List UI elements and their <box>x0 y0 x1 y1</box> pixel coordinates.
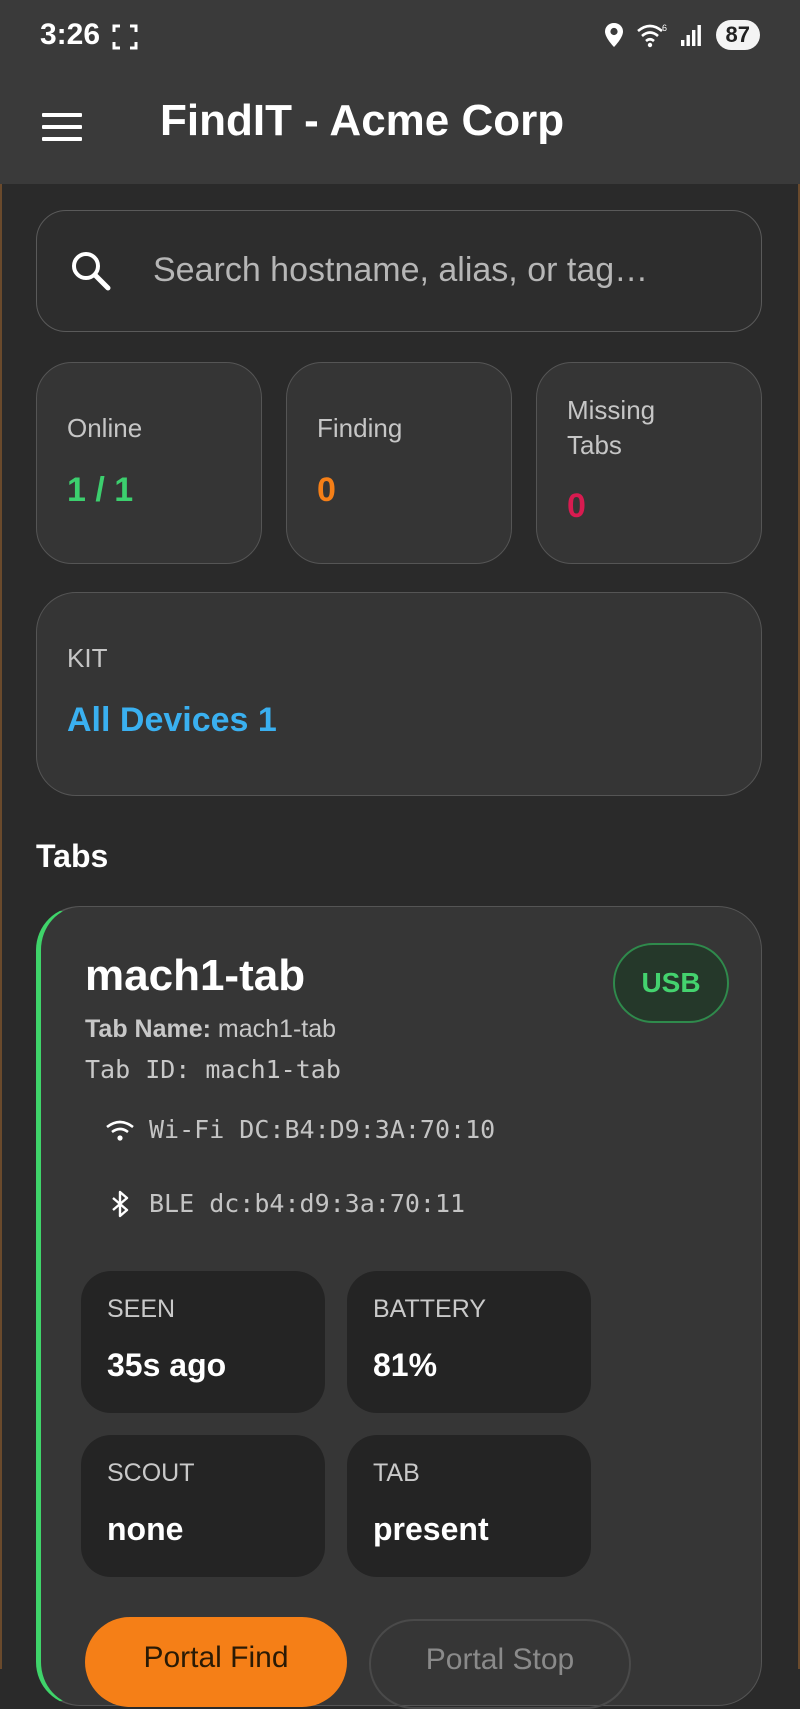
search-placeholder: Search hostname, alias, or tag… <box>153 251 649 289</box>
ble-row: BLE dc:b4:d9:3a:70:11 <box>105 1189 465 1218</box>
online-stat-card[interactable]: Online 1 / 1 <box>36 362 262 564</box>
portal-stop-label: Portal Stop <box>425 1643 575 1676</box>
online-value: 1 / 1 <box>67 471 134 509</box>
tab-name-row: Tab Name: mach1-tab <box>85 1015 336 1044</box>
finding-label: Finding <box>317 413 403 443</box>
wifi-icon <box>106 1120 134 1141</box>
svg-text:6: 6 <box>662 23 667 33</box>
app-title: FindIT - Acme Corp <box>160 96 565 145</box>
portal-find-label: Portal Find <box>143 1641 289 1674</box>
tab-title: mach1-tab <box>85 951 306 1000</box>
tab-name-label: Tab Name: <box>85 1015 211 1043</box>
frame-edge-left <box>0 0 2 1669</box>
wifi-mac: Wi-Fi DC:B4:D9:3A:70:10 <box>149 1115 496 1144</box>
status-bar: 3:26 6 87 <box>0 0 800 72</box>
usb-badge-label: USB <box>641 967 701 998</box>
seen-value: 35s ago <box>107 1347 227 1383</box>
status-time: 3:26 <box>40 18 101 51</box>
kit-label: KIT <box>67 643 108 673</box>
bluetooth-icon <box>112 1190 129 1217</box>
tab-name-value: mach1-tab <box>217 1015 337 1043</box>
missing-tabs-stat-card[interactable]: Missing Tabs 0 <box>536 362 762 564</box>
search-icon <box>72 252 111 291</box>
tab-card[interactable]: mach1-tab USB Tab Name: mach1-tab Tab ID… <box>36 906 762 1709</box>
online-label: Online <box>67 413 143 443</box>
tab-presence-value: present <box>373 1511 489 1547</box>
scout-tile: SCOUT none <box>81 1435 325 1577</box>
tabs-section-title: Tabs <box>36 838 109 874</box>
wifi-row: Wi-Fi DC:B4:D9:3A:70:10 <box>105 1115 495 1144</box>
portal-find-button[interactable]: Portal Find <box>85 1617 347 1707</box>
tab-presence-label: TAB <box>373 1459 420 1487</box>
ble-mac: BLE dc:b4:d9:3a:70:11 <box>149 1189 466 1218</box>
portal-stop-button[interactable]: Portal Stop <box>369 1619 631 1709</box>
status-icons: 6 87 <box>604 20 760 50</box>
hamburger-menu-icon[interactable] <box>40 107 86 147</box>
screen-record-icon <box>112 24 138 50</box>
usb-status-badge: USB <box>613 943 729 1023</box>
battery-value: 81% <box>373 1347 438 1383</box>
seen-tile: SEEN 35s ago <box>81 1271 325 1413</box>
app-bar: FindIT - Acme Corp <box>0 72 800 184</box>
battery-label: BATTERY <box>373 1295 486 1323</box>
tab-id-line: Tab ID: mach1-tab <box>85 1055 341 1084</box>
missing-value: 0 <box>567 487 586 525</box>
tab-presence-tile: TAB present <box>347 1435 591 1577</box>
finding-stat-card[interactable]: Finding 0 <box>286 362 512 564</box>
missing-label-line1: Missing <box>567 395 656 425</box>
wifi-6-icon: 6 <box>636 23 667 48</box>
scout-value: none <box>107 1511 184 1547</box>
search-input[interactable]: Search hostname, alias, or tag… <box>36 210 762 332</box>
missing-label-line2: Tabs <box>567 430 622 460</box>
seen-label: SEEN <box>107 1295 176 1323</box>
kit-value: All Devices 1 <box>67 701 277 739</box>
battery-tile: BATTERY 81% <box>347 1271 591 1413</box>
cell-signal-icon <box>680 25 701 46</box>
finding-value: 0 <box>317 471 336 509</box>
location-icon <box>604 23 623 47</box>
kit-selector[interactable]: KIT All Devices 1 <box>36 592 762 796</box>
scout-label: SCOUT <box>107 1459 195 1487</box>
battery-indicator: 87 <box>715 20 760 50</box>
